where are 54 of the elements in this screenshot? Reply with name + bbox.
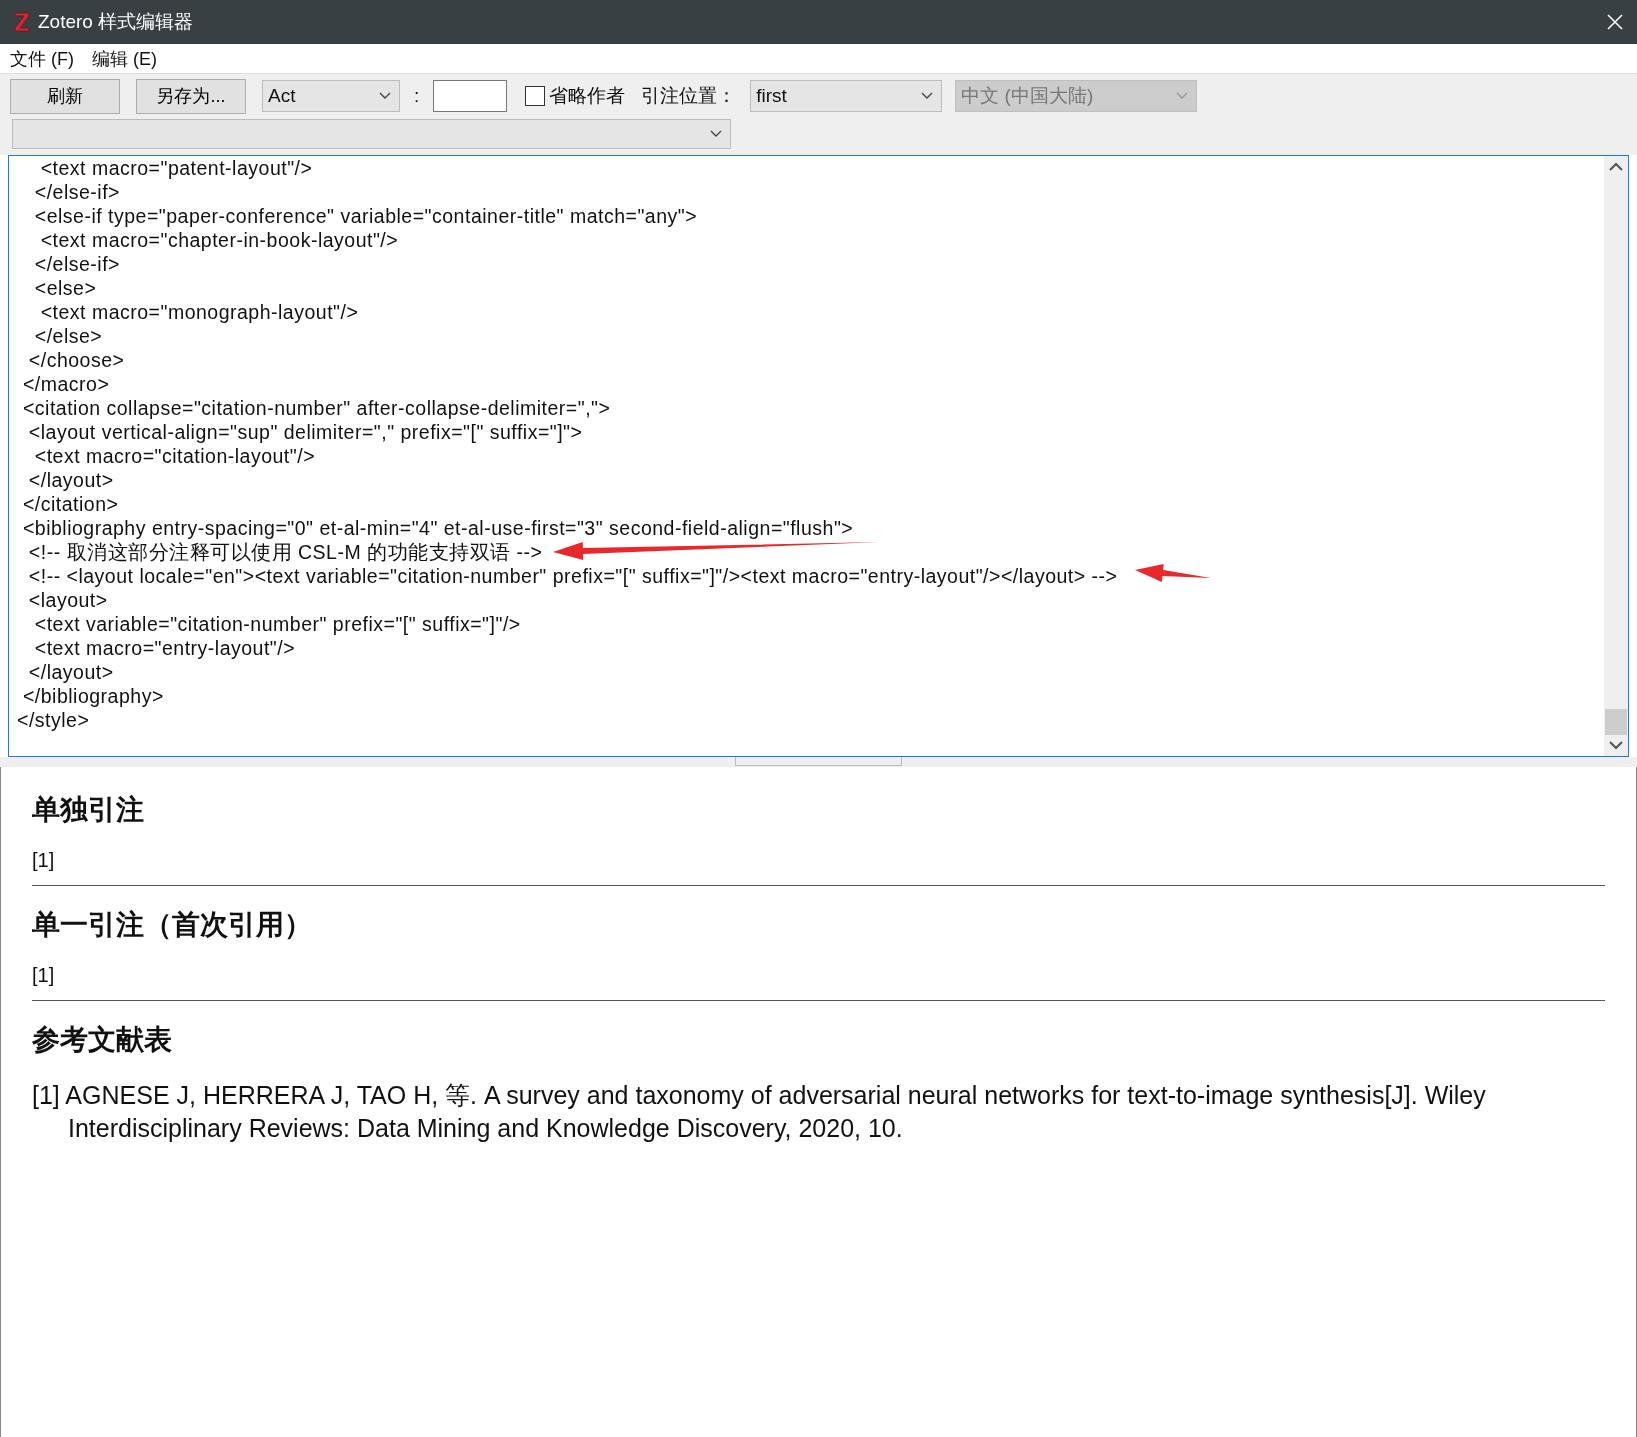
scroll-down-icon[interactable]: [1609, 741, 1623, 750]
colon-label: :: [414, 85, 420, 107]
code-line: <else-if type="paper-conference" variable="container-title" match="any">: [33, 204, 698, 228]
locator-field[interactable]: [433, 80, 508, 112]
scroll-up-icon[interactable]: [1609, 162, 1623, 171]
save-as-button[interactable]: 另存为...: [136, 78, 246, 114]
code-line: </bibliography>: [21, 684, 164, 708]
code-editor[interactable]: [8, 155, 1629, 757]
chevron-down-icon: [1176, 92, 1189, 100]
chevron-down-icon: [710, 130, 722, 138]
app-logo-icon: [14, 12, 30, 32]
code-line: <citation collapse="citation-number" after-collapse-delimiter=",">: [21, 396, 611, 420]
window-title: Zotero 样式编辑器: [38, 10, 194, 34]
position-label: 引注位置：: [641, 84, 737, 108]
citation-text: [1]: [32, 849, 56, 872]
code-line: </choose>: [27, 348, 125, 372]
code-line: </citation>: [21, 492, 119, 516]
code-line: <text macro="citation-layout"/>: [33, 444, 316, 468]
splitter-handle[interactable]: [735, 757, 902, 766]
scrollbar[interactable]: [1604, 156, 1628, 756]
section-heading: 单独引注: [32, 793, 145, 827]
code-line: <layout vertical-align="sup" delimiter="," prefix="[" suffix="]">: [27, 420, 583, 444]
code-line: <text macro="entry-layout"/>: [33, 636, 296, 660]
chevron-down-icon: [379, 92, 391, 100]
code-line: </else-if>: [33, 180, 120, 204]
menu-item[interactable]: 文件 (F): [10, 46, 74, 71]
menu-item[interactable]: 编辑 (E): [92, 46, 157, 71]
code-line: </else>: [33, 324, 103, 348]
code-line: <bibliography entry-spacing="0" et-al-min="4" et-al-use-first="3" second-field-align="flush">: [21, 516, 854, 540]
code-line: </macro>: [21, 372, 110, 396]
refresh-button[interactable]: 刷新: [10, 78, 120, 114]
code-line: <text macro="chapter-in-book-layout"/>: [39, 228, 399, 252]
chevron-down-icon: [921, 92, 934, 100]
code-line: </layout>: [27, 468, 114, 492]
suppress-author-label: 省略作者: [549, 84, 626, 108]
citation-text: [1]: [32, 964, 56, 987]
style-select[interactable]: Act: [262, 80, 400, 112]
code-line: </style>: [17, 708, 90, 732]
section-heading: 参考文献表: [32, 1023, 173, 1057]
position-select[interactable]: first: [750, 80, 943, 112]
checkbox[interactable]: [525, 86, 546, 106]
code-line: <text macro="patent-layout"/>: [39, 156, 313, 180]
code-line: </else-if>: [33, 252, 120, 276]
code-line: </layout>: [27, 660, 114, 684]
code-line: <text variable="citation-number" prefix="[" suffix="]"/>: [33, 612, 521, 636]
code-line: <else>: [33, 276, 97, 300]
close-icon[interactable]: [1607, 14, 1623, 30]
code-line: <text macro="monograph-layout"/>: [39, 300, 359, 324]
code-line: <layout>: [27, 588, 108, 612]
code-line: <!-- 取消这部分注释可以使用 CSL-M 的功能支持双语 -->: [27, 540, 543, 564]
scroll-thumb[interactable]: [1605, 709, 1627, 735]
bibliography-entry: [1] AGNESE J, HERRERA J, TAO H, 等. A survey and taxonomy of adversarial neural networks for text-to-image synthesis[J]. Wiley Interdisciplinary Reviews: Data Mining and Knowledge Discovery, 2020, 10.: [32, 1080, 1487, 1144]
section-heading: 单一引注（首次引用）: [32, 908, 313, 942]
code-line: <!-- <layout locale="en"><text variable="citation-number" prefix="[" suffix="]"/><text macro="entry-layout"/></layout> -->: [27, 564, 1118, 588]
